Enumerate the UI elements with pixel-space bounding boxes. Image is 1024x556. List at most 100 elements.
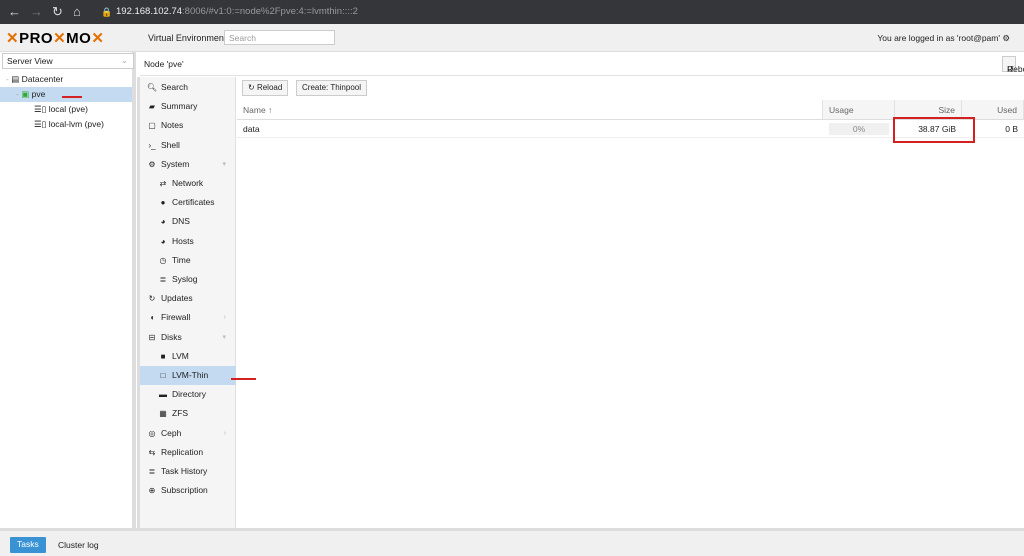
- list-icon: ≣: [148, 467, 156, 476]
- tree-item-pve[interactable]: - ▣ pve: [0, 87, 132, 102]
- back-icon[interactable]: ←: [8, 4, 21, 19]
- tree-label: local-lvm (pve): [48, 119, 104, 129]
- square-icon: ■: [160, 351, 166, 361]
- menu-item-updates[interactable]: ↻ Updates: [140, 289, 236, 308]
- menu-item-lvm[interactable]: ■ LVM: [140, 347, 236, 366]
- menu-item-label: Firewall: [161, 312, 191, 323]
- menu-item-label: ZFS: [172, 408, 189, 419]
- login-info: You are logged in as 'root@pam' ⚙: [877, 33, 1010, 44]
- globe-icon: ◕: [160, 236, 166, 246]
- reboot-button[interactable]: ↺ Reboot: [1002, 56, 1024, 74]
- search-input[interactable]: Search: [224, 30, 335, 45]
- exchange-icon: ⇄: [159, 179, 167, 188]
- menu-item-label: Notes: [161, 120, 184, 131]
- clock-icon: ◷: [159, 255, 167, 265]
- menu-item-subscription[interactable]: ⊕ Subscription: [140, 481, 236, 500]
- menu-item-hosts[interactable]: ◕ Hosts: [140, 232, 236, 251]
- storage-icon: ☰▯: [34, 104, 47, 114]
- menu-item-certificates[interactable]: ● Certificates: [140, 193, 236, 212]
- reload-button[interactable]: ↻ Reload: [242, 80, 289, 96]
- server-icon: ▣: [21, 89, 30, 99]
- menu-item-task-history[interactable]: ≣ Task History: [140, 462, 236, 481]
- tree-item-local-lvm[interactable]: ☰▯ local-lvm (pve): [34, 117, 104, 132]
- menu-item-label: System: [161, 158, 190, 169]
- node-menu: 🔍︎ Search ▰ Summary ▢ Notes ›_ Shell ⚙ System ▾ ⇄ Ne…: [137, 77, 236, 528]
- menu-item-label: Task History: [161, 466, 208, 476]
- expand-arrow-icon[interactable]: ▾: [222, 155, 226, 174]
- view-selector[interactable]: Server View ⌄: [2, 53, 134, 69]
- menu-item-label: Subscription: [161, 485, 208, 496]
- shield-icon: ◖: [149, 313, 155, 323]
- certificate-icon: ●: [160, 198, 166, 208]
- tab-cluster-log[interactable]: Cluster log: [58, 540, 99, 550]
- menu-item-directory[interactable]: ▬ Directory: [140, 385, 236, 404]
- menu-item-syslog[interactable]: ≣ Syslog: [140, 270, 236, 289]
- th-large-icon: ▦: [159, 409, 167, 419]
- folder-icon: ▬: [159, 390, 167, 400]
- menu-item-notes[interactable]: ▢ Notes: [140, 116, 236, 135]
- gear-icon[interactable]: ⚙: [1002, 33, 1010, 43]
- menu-item-label: Updates: [161, 293, 193, 304]
- view-selector-value: Server View: [7, 56, 53, 66]
- create-thinpool-button[interactable]: Create: Thinpool: [296, 80, 367, 96]
- url-host: 192.168.102.74: [116, 6, 183, 17]
- menu-item-replication[interactable]: ⇆ Replication: [140, 443, 236, 462]
- menu-item-label: Certificates: [172, 197, 215, 208]
- terminal-icon: ›_: [148, 140, 156, 150]
- login-text: You are logged in as 'root@pam': [877, 33, 1000, 43]
- menu-item-shell[interactable]: ›_ Shell: [140, 136, 236, 155]
- chevron-down-icon: ⌄: [120, 55, 128, 65]
- column-header-usage[interactable]: Usage: [823, 100, 895, 120]
- menu-item-dns[interactable]: ◕ DNS: [140, 212, 236, 231]
- address-bar[interactable]: 192.168.102.74:8006/#v1:0:=node%2Fpve:4:…: [116, 6, 358, 17]
- lock-icon: 🔒: [101, 7, 113, 17]
- support-icon: ⊕: [148, 486, 156, 496]
- menu-item-label: Shell: [161, 139, 180, 150]
- menu-item-network[interactable]: ⇄ Network: [140, 174, 236, 193]
- tree-item-local[interactable]: ☰▯ local (pve): [34, 102, 88, 117]
- menu-item-disks[interactable]: ⊟ Disks ▾: [140, 328, 236, 347]
- bottom-panel: Tasks Cluster log: [0, 528, 1024, 556]
- expand-arrow-icon[interactable]: ▾: [222, 328, 226, 347]
- column-header-name[interactable]: Name ↑: [237, 100, 823, 120]
- reload-icon[interactable]: ↻: [52, 4, 63, 20]
- menu-item-label: Replication: [161, 446, 204, 457]
- expand-arrow-icon[interactable]: ›: [224, 424, 226, 443]
- home-icon[interactable]: ⌂: [73, 4, 81, 19]
- menu-item-zfs[interactable]: ▦ ZFS: [140, 404, 236, 423]
- search-icon: 🔍︎: [146, 83, 158, 92]
- menu-item-label: Directory: [172, 389, 207, 400]
- retweet-icon: ⇆: [148, 447, 156, 457]
- menu-item-summary[interactable]: ▰ Summary: [140, 97, 236, 116]
- tree-label: local (pve): [48, 104, 88, 114]
- cell-usage: 0%: [823, 120, 895, 138]
- reload-label: Reload: [256, 83, 283, 92]
- expand-arrow-icon[interactable]: ›: [224, 308, 226, 327]
- square-outline-icon: □: [160, 371, 166, 380]
- globe-icon: ◕: [160, 217, 166, 227]
- menu-item-system[interactable]: ⚙ System ▾: [140, 155, 236, 174]
- app-header: ✕PRO✕MO✕ Virtual Environment 5.4-3 Searc…: [0, 24, 1024, 52]
- proxmox-logo: ✕PRO✕MO✕: [6, 30, 105, 47]
- tree-label: Datacenter: [21, 74, 64, 84]
- gears-icon: ⚙: [148, 159, 156, 169]
- refresh-icon: ↻: [148, 294, 156, 304]
- tab-tasks[interactable]: Tasks: [10, 537, 46, 553]
- menu-item-firewall[interactable]: ◖ Firewall ›: [140, 308, 236, 327]
- menu-item-ceph[interactable]: ◎ Ceph ›: [140, 424, 236, 443]
- menu-item-time[interactable]: ◷ Time: [140, 251, 236, 270]
- tree-item-datacenter[interactable]: - ▤ Datacenter: [0, 72, 132, 87]
- menu-item-label: Disks: [161, 331, 182, 342]
- resource-tree: Server View ⌄ - ▤ Datacenter - ▣ pve ☰▯ l…: [0, 52, 136, 528]
- forward-icon[interactable]: →: [30, 4, 43, 19]
- menu-item-lvm-thin[interactable]: □ LVM-Thin: [140, 366, 236, 385]
- book-icon: ▰: [148, 102, 156, 112]
- menu-item-label: Hosts: [172, 235, 194, 246]
- menu-item-label: Network: [172, 178, 204, 188]
- menu-item-search[interactable]: 🔍︎ Search: [140, 78, 236, 97]
- notes-icon: ▢: [148, 121, 156, 131]
- menu-item-label: Syslog: [172, 274, 198, 284]
- page-title: Node 'pve': [144, 59, 184, 69]
- menu-item-label: LVM-Thin: [172, 370, 209, 380]
- hdd-icon: ⊟: [148, 332, 156, 342]
